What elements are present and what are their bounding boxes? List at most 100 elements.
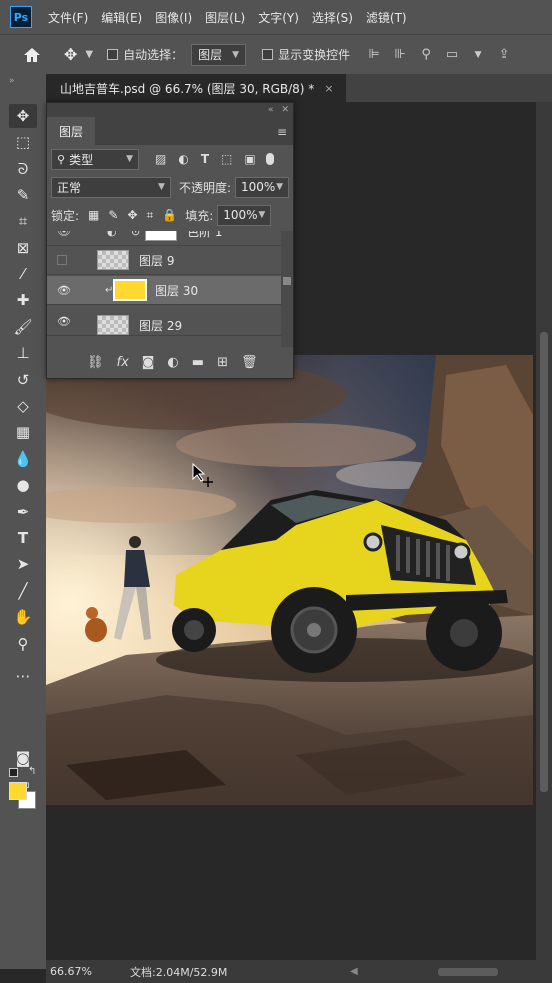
blend-mode-dropdown[interactable]: 正常 ▼	[51, 176, 171, 198]
foreground-color-swatch[interactable]	[9, 782, 27, 800]
type-filter-icon[interactable]: T	[201, 152, 209, 166]
status-bar: 66.67% 文档:2.04M/52.9M ◀	[46, 960, 552, 983]
more-tools-icon[interactable]: ⋯	[9, 664, 37, 688]
move-cursor-icon	[192, 463, 213, 487]
opacity-input[interactable]: 100% ▼	[235, 176, 289, 198]
zoom-level[interactable]: 66.67%	[50, 965, 130, 978]
layers-scrollbar[interactable]	[281, 231, 293, 347]
adjustment-filter-icon[interactable]: ◐	[178, 152, 188, 166]
auto-select-dropdown[interactable]: 图层 ▼	[191, 43, 247, 66]
filter-type-dropdown[interactable]: ⚲ 类型 ▼	[51, 148, 139, 170]
link-layers-icon[interactable]: ⛓	[87, 355, 104, 370]
align-left-icon[interactable]: ⊫	[366, 47, 382, 63]
menu-filter[interactable]: 滤镜(T)	[366, 9, 407, 26]
layer-row-levels[interactable]: 👁 ◐ ⊙ 色阶 1	[47, 231, 281, 246]
show-transform-label: 显示变换控件	[278, 48, 351, 62]
share-icon[interactable]: ⇪	[496, 47, 512, 63]
close-icon[interactable]: ×	[324, 82, 333, 95]
scrollbar-thumb[interactable]	[540, 332, 548, 792]
type-tool-icon[interactable]: T	[9, 526, 37, 550]
visibility-eye-icon[interactable]: 👁	[57, 284, 71, 297]
layer-row-29[interactable]: 👁 图层 29	[47, 307, 281, 336]
fx-icon[interactable]: fx	[117, 355, 129, 370]
lock-transparent-icon[interactable]: ▦	[88, 208, 99, 222]
lock-artboard-icon[interactable]: ⌗	[147, 208, 154, 223]
menu-type[interactable]: 文字(Y)	[258, 9, 299, 26]
lasso-tool-icon[interactable]: ᘐ	[9, 157, 37, 181]
lock-position-icon[interactable]: ✥	[127, 208, 137, 222]
smart-object-filter-icon[interactable]: ▣	[244, 152, 255, 166]
move-tool-icon[interactable]: ✥	[9, 104, 37, 128]
menu-bar: Ps 文件(F) 编辑(E) 图像(I) 图层(L) 文字(Y) 选择(S) 滤…	[0, 0, 552, 34]
layer-row-9[interactable]: 图层 9	[47, 246, 281, 275]
chevron-down-icon[interactable]: ▼	[470, 47, 486, 63]
new-group-icon[interactable]: ▬	[192, 355, 204, 370]
auto-select-checkbox[interactable]	[107, 49, 119, 60]
marquee-tool-icon[interactable]: ⬚	[9, 130, 37, 154]
visibility-eye-icon[interactable]: 👁	[57, 231, 71, 238]
link-icon: ⊙	[131, 231, 141, 238]
tab-layers[interactable]: 图层	[47, 117, 96, 145]
visibility-empty-icon[interactable]	[57, 255, 67, 265]
lock-row: 锁定: ▦ ✎ ✥ ⌗ 🔒 填充: 100% ▼	[47, 201, 293, 229]
quick-select-tool-icon[interactable]: ✎	[9, 183, 37, 207]
chevron-down-icon[interactable]: ▼	[85, 49, 93, 60]
workspace-icon[interactable]: ▭	[444, 47, 460, 63]
add-mask-icon[interactable]: ◙	[142, 355, 155, 370]
brush-tool-icon[interactable]: 🖌	[9, 315, 37, 339]
document-canvas[interactable]	[46, 355, 533, 805]
panel-menu-icon[interactable]: ≡	[277, 125, 287, 139]
menu-image[interactable]: 图像(I)	[155, 9, 192, 26]
lock-pixels-icon[interactable]: ✎	[108, 208, 118, 222]
blend-row: 正常 ▼ 不透明度: 100% ▼	[47, 173, 293, 201]
menu-layer[interactable]: 图层(L)	[205, 9, 245, 26]
crop-tool-icon[interactable]: ⌗	[9, 209, 37, 233]
healing-brush-tool-icon[interactable]: ✚	[9, 288, 37, 312]
eyedropper-tool-icon[interactable]: ⁄	[9, 262, 37, 286]
align-center-icon[interactable]: ⊪	[392, 47, 408, 63]
options-bar: ✥ ▼ 自动选择： 图层 ▼ 显示变换控件 ⊫ ⊪ ⚲ ▭ ▼ ⇪	[0, 34, 552, 74]
shape-filter-icon[interactable]: ⬚	[221, 152, 232, 166]
menu-file[interactable]: 文件(F)	[48, 9, 88, 26]
move-tool-icon[interactable]: ✥	[64, 45, 77, 64]
dodge-tool-icon[interactable]: ●	[9, 473, 37, 497]
blur-tool-icon[interactable]: 💧	[9, 447, 37, 471]
home-icon[interactable]	[22, 45, 42, 65]
stamp-tool-icon[interactable]: ⊥	[9, 341, 37, 365]
chevron-left-icon[interactable]: ◀	[350, 966, 358, 977]
lock-label: 锁定:	[51, 208, 80, 223]
path-select-tool-icon[interactable]: ➤	[9, 552, 37, 576]
hand-tool-icon[interactable]: ✋	[9, 605, 37, 629]
scrollbar-thumb[interactable]	[283, 277, 291, 285]
layer-thumbnail	[113, 279, 147, 301]
frame-tool-icon[interactable]: ⊠	[9, 236, 37, 260]
menu-edit[interactable]: 编辑(E)	[101, 9, 142, 26]
zoom-tool-icon[interactable]: ⚲	[9, 632, 37, 656]
collapse-panel-icon[interactable]: «	[268, 105, 274, 115]
close-icon[interactable]: ✕	[281, 105, 289, 115]
fill-input[interactable]: 100% ▼	[217, 204, 272, 226]
layer-row-30[interactable]: 👁 ↵ 图层 30	[47, 276, 281, 305]
new-layer-icon[interactable]: ⊞	[217, 355, 228, 370]
history-brush-tool-icon[interactable]: ↺	[9, 368, 37, 392]
line-tool-icon[interactable]: ╱	[9, 579, 37, 603]
gradient-tool-icon[interactable]: ▦	[9, 420, 37, 444]
pen-tool-icon[interactable]: ✒	[9, 500, 37, 524]
delete-layer-icon[interactable]: 🗑	[241, 355, 258, 370]
filter-type-value: 类型	[69, 152, 94, 167]
eraser-tool-icon[interactable]: ◇	[9, 394, 37, 418]
document-tab[interactable]: 山地吉普车.psd @ 66.7% (图层 30, RGB/8) * ×	[46, 74, 346, 102]
vertical-scrollbar[interactable]	[536, 102, 552, 960]
lock-all-icon[interactable]: 🔒	[162, 208, 177, 222]
visibility-eye-icon[interactable]: 👁	[57, 315, 71, 328]
quick-mask-icon[interactable]: ◙	[9, 746, 37, 770]
new-adjustment-icon[interactable]: ◐	[167, 355, 178, 370]
filter-toggle[interactable]	[265, 153, 274, 165]
pixel-filter-icon[interactable]: ▨	[155, 152, 166, 166]
horizontal-scrollbar-thumb[interactable]	[437, 967, 498, 976]
search-icon[interactable]: ⚲	[418, 47, 434, 63]
opacity-value: 100%	[241, 180, 276, 194]
collapse-panel-icon[interactable]: »	[9, 76, 15, 86]
show-transform-checkbox[interactable]	[262, 49, 274, 60]
menu-select[interactable]: 选择(S)	[312, 9, 353, 26]
